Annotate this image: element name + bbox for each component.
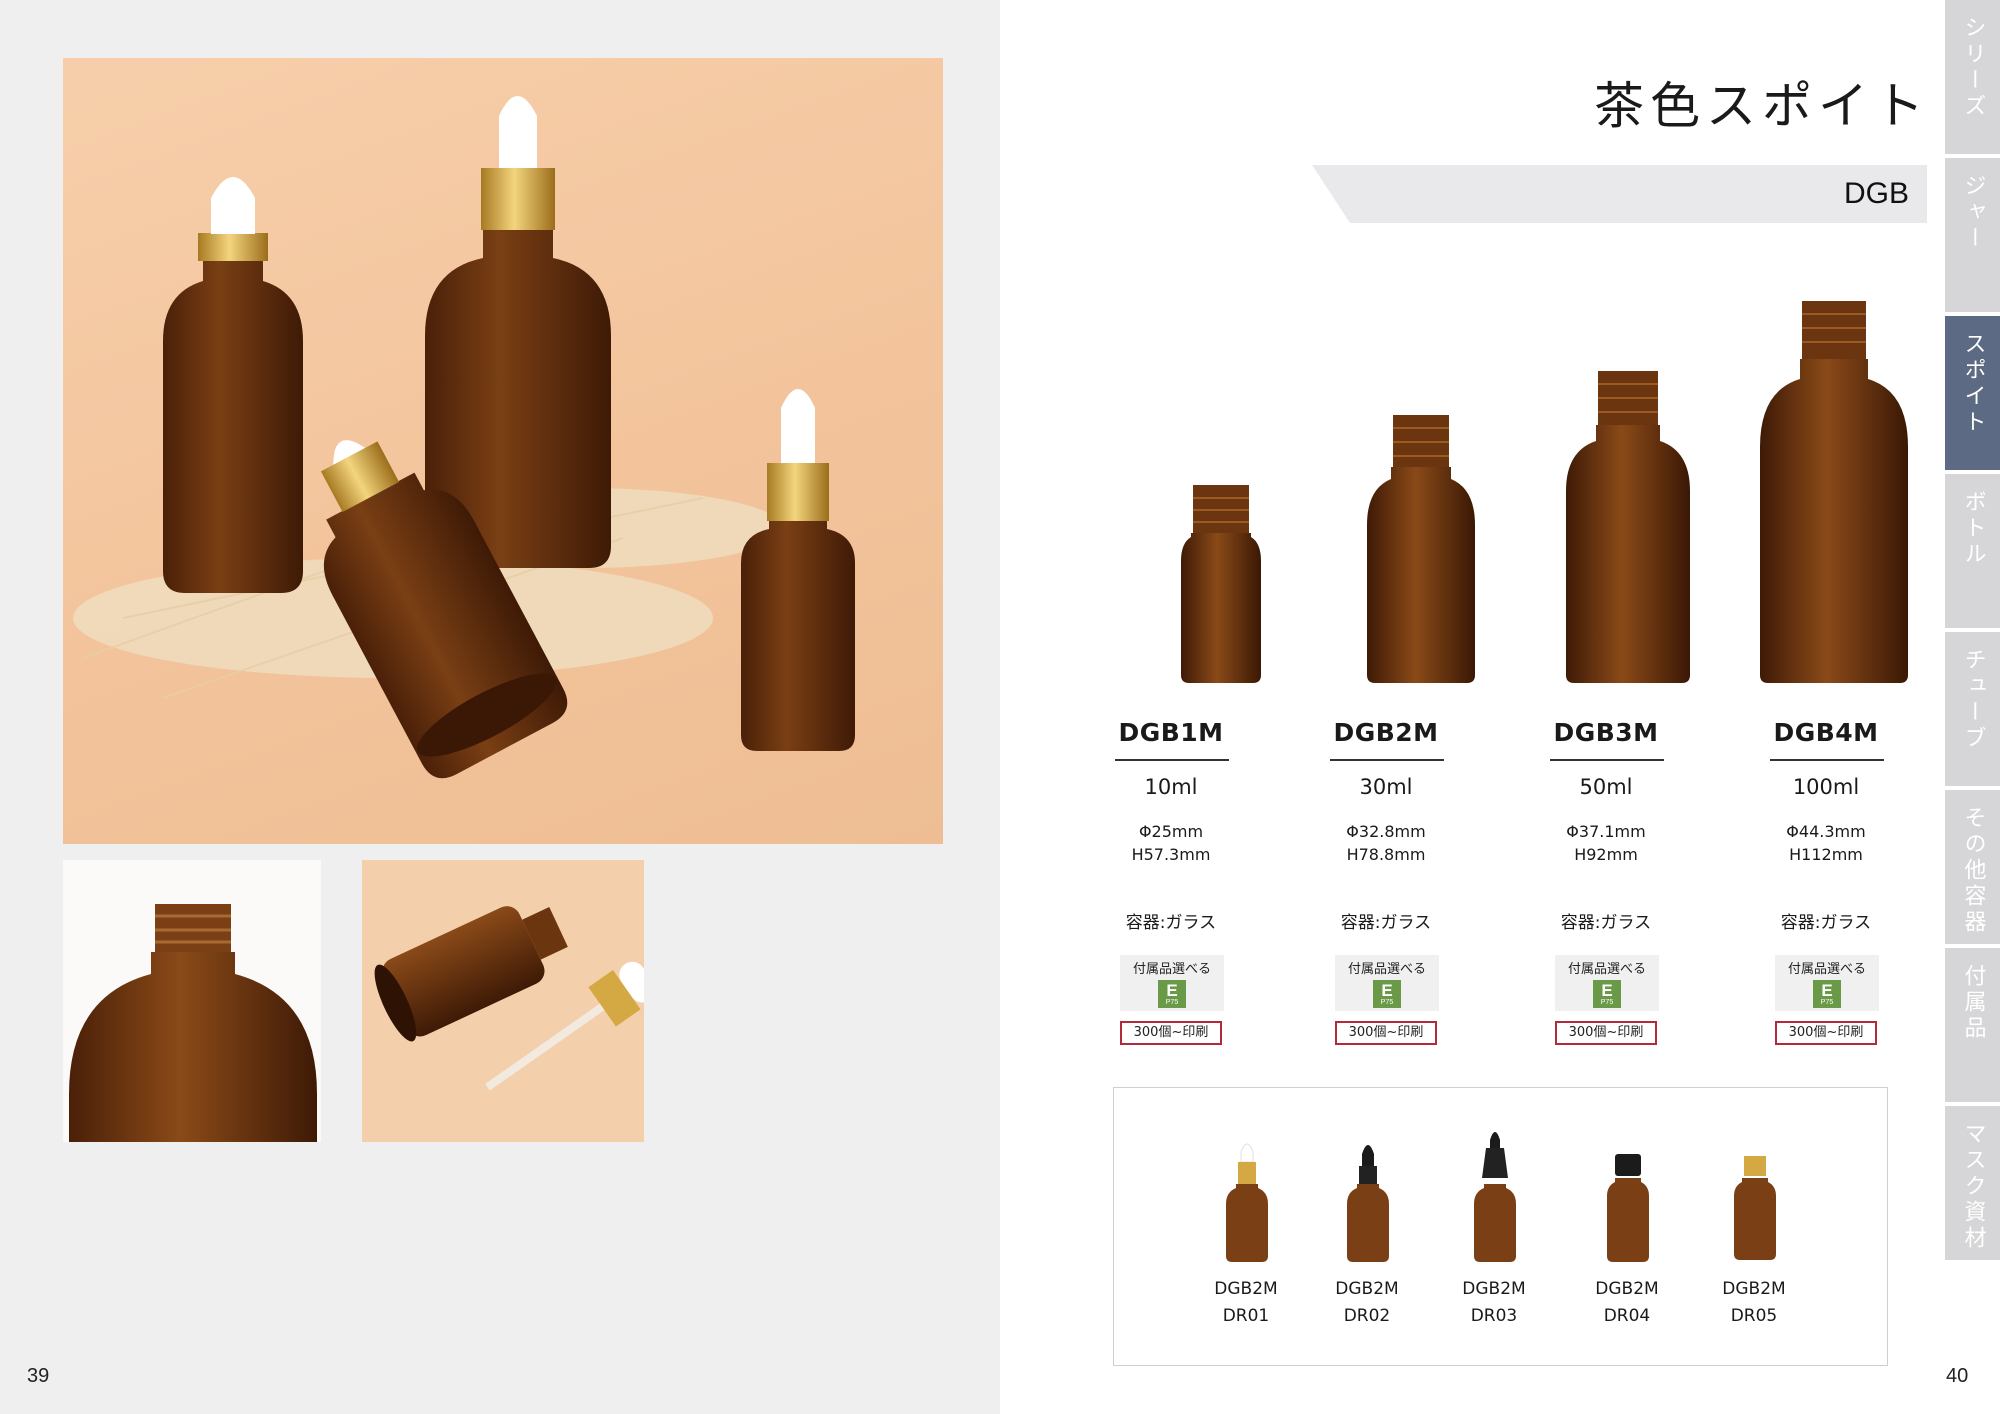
variant-sub-code: DR01 xyxy=(1222,1306,1270,1326)
product-code: DGB2M xyxy=(1333,718,1439,747)
variant-code: DGB2M xyxy=(1595,1279,1659,1299)
variants-panel: DGB2M DR01 DGB2M DR02 DGB2M DR03 DGB2M D… xyxy=(1113,1087,1888,1366)
product-code: DGB3M xyxy=(1553,718,1659,747)
accessory-page: P75 xyxy=(1380,999,1394,1006)
product-card-dgb3m: DGB3M 50ml Φ37.1mm H92mm 容器:ガラス 付属品選べる E… xyxy=(1516,0,1696,1060)
divider xyxy=(1770,759,1884,761)
page-number-left: 39 xyxy=(27,1365,50,1387)
accessory-badge-letter: E xyxy=(1381,981,1393,1000)
accessory-page: P75 xyxy=(1820,999,1834,1006)
tab-other-containers[interactable]: その他容器 xyxy=(1945,790,2000,944)
accessory-badge-letter: E xyxy=(1821,981,1833,1000)
variant-code: DGB2M xyxy=(1462,1279,1526,1299)
left-page: 39 xyxy=(0,0,1000,1414)
accessory-badge-letter: E xyxy=(1166,981,1178,1000)
bottle-dropper-illustration xyxy=(374,906,644,1091)
variant-sub-code: DR04 xyxy=(1603,1306,1651,1326)
variant-sub-code: DR05 xyxy=(1730,1306,1778,1326)
product-material: 容器:ガラス xyxy=(1780,913,1872,933)
bottle-gold-screw-cap-icon xyxy=(1734,1156,1776,1260)
product-volume: 10ml xyxy=(1144,775,1198,799)
tab-label: チューブ xyxy=(1960,648,1986,752)
product-height: H78.8mm xyxy=(1346,845,1426,864)
accessory-label: 付属品選べる xyxy=(1567,962,1646,977)
product-height: H92mm xyxy=(1574,845,1638,864)
product-card-dgb1m: DGB1M 10ml Φ25mm H57.3mm 容器:ガラス 付属品選べる E… xyxy=(1081,0,1261,1060)
tab-label: ジャー xyxy=(1960,174,1986,252)
product-material: 容器:ガラス xyxy=(1125,913,1217,933)
print-minimum-badge: 300個~印刷 xyxy=(1335,1021,1437,1045)
accessory-label: 付属品選べる xyxy=(1132,962,1211,977)
accessory-badge: E P75 xyxy=(1813,980,1841,1008)
page-number-right: 40 xyxy=(1946,1365,1969,1387)
product-card-dgb4m: DGB4M 100ml Φ44.3mm H112mm 容器:ガラス 付属品選べる… xyxy=(1736,0,1916,1060)
variant-sub-code: DR02 xyxy=(1343,1306,1391,1326)
accessory-badge-letter: E xyxy=(1601,981,1613,1000)
product-height: H112mm xyxy=(1789,845,1863,864)
tab-label: その他容器 xyxy=(1960,806,1986,936)
bottle-with-dropper-photo xyxy=(362,860,644,1142)
product-volume: 100ml xyxy=(1792,775,1860,799)
dropper-bottle-black-icon xyxy=(1347,1145,1389,1262)
accessory-label: 付属品選べる xyxy=(1787,962,1866,977)
print-minimum-badge: 300個~印刷 xyxy=(1775,1021,1877,1045)
accessory-badge: E P75 xyxy=(1158,980,1186,1008)
product-diameter: Φ25mm xyxy=(1138,822,1204,841)
product-diameter: Φ37.1mm xyxy=(1566,822,1646,841)
tab-tube[interactable]: チューブ xyxy=(1945,632,2000,786)
tab-dropper[interactable]: スポイト xyxy=(1945,316,2000,470)
tab-jar[interactable]: ジャー xyxy=(1945,158,2000,312)
divider xyxy=(1330,759,1444,761)
bottle-black-screw-cap-icon xyxy=(1607,1154,1649,1262)
tab-label: ボトル xyxy=(1960,490,1986,568)
dropper-bottle-black-tall-icon xyxy=(1474,1132,1516,1262)
divider xyxy=(1115,759,1229,761)
accessory-page: P75 xyxy=(1165,999,1179,1006)
product-material: 容器:ガラス xyxy=(1340,913,1432,933)
amber-bottle-icon xyxy=(1760,301,1908,683)
product-diameter: Φ32.8mm xyxy=(1346,822,1426,841)
variant-code: DGB2M xyxy=(1722,1279,1786,1299)
product-card-dgb2m: DGB2M 30ml Φ32.8mm H78.8mm 容器:ガラス 付属品選べる… xyxy=(1296,0,1476,1060)
tab-label: 付属品 xyxy=(1960,964,1986,1042)
accessory-box: 付属品選べる E P75 xyxy=(1775,955,1879,1011)
side-tabs: シリーズ ジャー スポイト ボトル チューブ その他容器 付属品 マスク資材 xyxy=(1945,0,2000,1260)
accessory-box: 付属品選べる E P75 xyxy=(1120,955,1224,1011)
variant-code: DGB2M xyxy=(1335,1279,1399,1299)
amber-bottle-icon xyxy=(1181,485,1261,683)
product-volume: 30ml xyxy=(1359,775,1413,799)
product-material: 容器:ガラス xyxy=(1560,913,1652,933)
accessory-badge: E P75 xyxy=(1373,980,1401,1008)
accessory-label: 付属品選べる xyxy=(1347,962,1426,977)
amber-bottle-icon xyxy=(1566,371,1690,683)
main-product-photo xyxy=(63,58,943,844)
print-minimum-badge: 300個~印刷 xyxy=(1555,1021,1657,1045)
tab-mask-materials[interactable]: マスク資材 xyxy=(1945,1106,2000,1260)
product-code: DGB4M xyxy=(1773,718,1879,747)
print-minimum-badge: 300個~印刷 xyxy=(1120,1021,1222,1045)
tab-label: マスク資材 xyxy=(1960,1122,1986,1252)
accessory-box: 付属品選べる E P75 xyxy=(1555,955,1659,1011)
accessory-box: 付属品選べる E P75 xyxy=(1335,955,1439,1011)
product-height: H57.3mm xyxy=(1131,845,1211,864)
accessory-page: P75 xyxy=(1600,999,1614,1006)
accessory-badge: E P75 xyxy=(1593,980,1621,1008)
dropper-bottles-illustration xyxy=(73,96,855,779)
bottle-neck-illustration xyxy=(69,904,317,1142)
tab-label: スポイト xyxy=(1960,332,1986,436)
tab-label: シリーズ xyxy=(1960,16,1986,120)
product-code: DGB1M xyxy=(1118,718,1224,747)
tab-bottle[interactable]: ボトル xyxy=(1945,474,2000,628)
divider xyxy=(1550,759,1664,761)
dropper-bottle-gold-white-icon xyxy=(1226,1143,1268,1262)
amber-bottle-icon xyxy=(1367,415,1475,683)
product-diameter: Φ44.3mm xyxy=(1786,822,1866,841)
variant-sub-code: DR03 xyxy=(1470,1306,1518,1326)
tab-accessories[interactable]: 付属品 xyxy=(1945,948,2000,1102)
bottle-neck-closeup-photo xyxy=(63,860,321,1142)
variant-code: DGB2M xyxy=(1214,1279,1278,1299)
tab-series[interactable]: シリーズ xyxy=(1945,0,2000,154)
product-volume: 50ml xyxy=(1579,775,1633,799)
